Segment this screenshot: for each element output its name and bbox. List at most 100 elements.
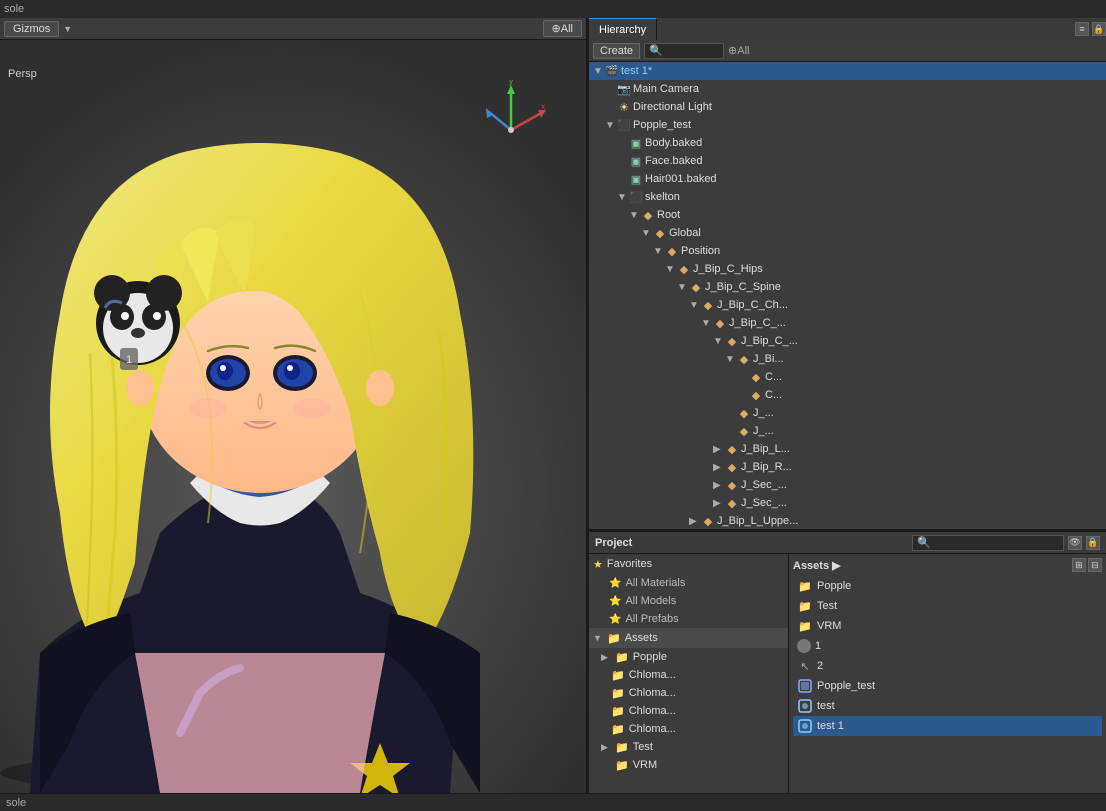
hierarchy-item-hair-baked[interactable]: ▶ ▣ Hair001.baked bbox=[589, 170, 1106, 188]
neck-arrow: ▼ bbox=[713, 336, 725, 347]
project-eye-icon[interactable]: 👁 bbox=[1068, 536, 1082, 550]
hierarchy-item-hips[interactable]: ▼ ◆ J_Bip_C_Hips bbox=[589, 260, 1106, 278]
hierarchy-panel: Hierarchy ≡ 🔒 Create ⊕All bbox=[588, 18, 1106, 529]
all-models-icon: ⭐ bbox=[609, 596, 621, 607]
project-asset-test-folder[interactable]: 📁 Test bbox=[793, 596, 1102, 616]
filter-button[interactable]: ⊕All bbox=[543, 20, 582, 37]
l-upper-icon: ◆ bbox=[701, 514, 715, 528]
hierarchy-hips-label: J_Bip_C_Hips bbox=[693, 263, 763, 275]
bip-l-arrow: ▶ bbox=[713, 444, 725, 455]
hierarchy-item-face-baked[interactable]: ▶ ▣ Face.baked bbox=[589, 152, 1106, 170]
assets-tree-popple[interactable]: ▶ 📁 Popple bbox=[589, 648, 788, 666]
assets-tree-chloma2[interactable]: 📁 Chloma... bbox=[589, 684, 788, 702]
asset-2-label: 2 bbox=[817, 660, 823, 672]
global-arrow: ▼ bbox=[641, 228, 653, 239]
tab-hierarchy[interactable]: Hierarchy bbox=[589, 18, 657, 40]
assets-tree-chloma1[interactable]: 📁 Chloma... bbox=[589, 666, 788, 684]
project-asset-1[interactable]: 1 bbox=[793, 636, 1102, 656]
assets-tree-header[interactable]: ▼ 📁 Assets bbox=[589, 628, 788, 648]
neck-icon: ◆ bbox=[725, 334, 739, 348]
hierarchy-item-sec-l[interactable]: ▶ ◆ J_Sec_... bbox=[589, 476, 1106, 494]
hierarchy-item-neck[interactable]: ▼ ◆ J_Bip_C_... bbox=[589, 332, 1106, 350]
test-folder-arrow: ▶ bbox=[601, 742, 613, 753]
hierarchy-body-baked-label: Body.baked bbox=[645, 137, 702, 149]
all-materials-icon: ⭐ bbox=[609, 578, 621, 589]
hierarchy-item-main-camera[interactable]: ▶ 📷 Main Camera bbox=[589, 80, 1106, 98]
project-search-input[interactable] bbox=[912, 535, 1064, 551]
project-asset-2[interactable]: ↖ 2 bbox=[793, 656, 1102, 676]
hips-arrow: ▼ bbox=[665, 264, 677, 275]
test-folder-icon: 📁 bbox=[615, 741, 629, 754]
hierarchy-item-bip-r[interactable]: ▶ ◆ J_Bip_R... bbox=[589, 458, 1106, 476]
project-asset-popple-test[interactable]: Popple_test bbox=[793, 676, 1102, 696]
hierarchy-l-upper-label: J_Bip_L_Uppe... bbox=[717, 515, 798, 527]
hierarchy-item-popple-test[interactable]: ▼ ⬛ Popple_test bbox=[589, 116, 1106, 134]
sec-r-icon: ◆ bbox=[725, 496, 739, 510]
hierarchy-item-skelton[interactable]: ▼ ⬛ skelton bbox=[589, 188, 1106, 206]
hierarchy-header-icons: ≡ 🔒 bbox=[1075, 22, 1106, 36]
hierarchy-create-button[interactable]: Create bbox=[593, 43, 640, 59]
gizmos-button[interactable]: Gizmos bbox=[4, 21, 59, 37]
assets-right-btn1[interactable]: ⊞ bbox=[1072, 558, 1086, 572]
project-lock-icon[interactable]: 🔒 bbox=[1086, 536, 1100, 550]
favorites-all-materials[interactable]: ⭐ All Materials bbox=[589, 574, 788, 592]
hierarchy-item-c2[interactable]: ▶ ◆ C... bbox=[589, 386, 1106, 404]
hierarchy-item-c1[interactable]: ▶ ◆ C... bbox=[589, 368, 1106, 386]
assets-tree-test[interactable]: ▶ 📁 Test bbox=[589, 738, 788, 756]
favorites-header[interactable]: ★ Favorites bbox=[589, 554, 788, 574]
hierarchy-item-upper-chest[interactable]: ▼ ◆ J_Bip_C_... bbox=[589, 314, 1106, 332]
assets-tree-vrm[interactable]: ▶ 📁 VRM bbox=[589, 756, 788, 774]
hierarchy-item-global[interactable]: ▼ ◆ Global bbox=[589, 224, 1106, 242]
hierarchy-scene-name: test 1* bbox=[621, 65, 652, 77]
project-asset-vrm-folder[interactable]: 📁 VRM bbox=[793, 616, 1102, 636]
asset-2-icon: ↖ bbox=[797, 658, 813, 674]
global-icon: ◆ bbox=[653, 226, 667, 240]
favorites-all-models[interactable]: ⭐ All Models bbox=[589, 592, 788, 610]
assets-chloma2-label: Chloma... bbox=[629, 687, 676, 699]
hierarchy-item-body-baked[interactable]: ▶ ▣ Body.baked bbox=[589, 134, 1106, 152]
transform-gizmo[interactable]: y x bbox=[481, 80, 546, 145]
hips-icon: ◆ bbox=[677, 262, 691, 276]
hierarchy-item-position[interactable]: ▼ ◆ Position bbox=[589, 242, 1106, 260]
hierarchy-item-j1[interactable]: ▶ ◆ J_... bbox=[589, 404, 1106, 422]
assets-right-btn2[interactable]: ⊟ bbox=[1088, 558, 1102, 572]
body-baked-icon: ▣ bbox=[629, 136, 643, 150]
assets-tree-chloma4[interactable]: 📁 Chloma... bbox=[589, 720, 788, 738]
hierarchy-bip-l-label: J_Bip_L... bbox=[741, 443, 790, 455]
hierarchy-content[interactable]: ▼ 🎬 test 1* ▶ 📷 Main Camera ▶ ☀ Di bbox=[589, 62, 1106, 529]
scene-toolbar: Gizmos ▼ ⊕All bbox=[0, 18, 586, 40]
test1-scene-asset-icon bbox=[797, 718, 813, 734]
root-icon: ◆ bbox=[641, 208, 655, 222]
hierarchy-scene-root[interactable]: ▼ 🎬 test 1* bbox=[589, 62, 1106, 80]
hierarchy-item-j2[interactable]: ▶ ◆ J_... bbox=[589, 422, 1106, 440]
body-baked-arrow: ▶ bbox=[617, 138, 629, 149]
project-asset-test-scene[interactable]: test bbox=[793, 696, 1102, 716]
hierarchy-hair-baked-label: Hair001.baked bbox=[645, 173, 717, 185]
chloma4-folder-icon: 📁 bbox=[611, 723, 625, 736]
hierarchy-filter-label: ⊕All bbox=[728, 44, 749, 57]
assets-tree-chloma3[interactable]: 📁 Chloma... bbox=[589, 702, 788, 720]
hierarchy-item-chest[interactable]: ▼ ◆ J_Bip_C_Ch... bbox=[589, 296, 1106, 314]
hierarchy-item-directional-light[interactable]: ▶ ☀ Directional Light bbox=[589, 98, 1106, 116]
project-asset-popple[interactable]: 📁 Popple bbox=[793, 576, 1102, 596]
hierarchy-item-bip-l[interactable]: ▶ ◆ J_Bip_L... bbox=[589, 440, 1106, 458]
project-asset-test1-scene[interactable]: test 1 bbox=[793, 716, 1102, 736]
hierarchy-spine-label: J_Bip_C_Spine bbox=[705, 281, 781, 293]
favorites-all-prefabs[interactable]: ⭐ All Prefabs bbox=[589, 610, 788, 628]
hierarchy-item-sec-r[interactable]: ▶ ◆ J_Sec_... bbox=[589, 494, 1106, 512]
hierarchy-lock-icon[interactable]: 🔒 bbox=[1092, 22, 1106, 36]
position-arrow: ▼ bbox=[653, 246, 665, 257]
vrm-folder-asset-label: VRM bbox=[817, 620, 841, 632]
hierarchy-item-head[interactable]: ▼ ◆ J_Bi... bbox=[589, 350, 1106, 368]
hierarchy-item-spine[interactable]: ▼ ◆ J_Bip_C_Spine bbox=[589, 278, 1106, 296]
hierarchy-item-l-upper[interactable]: ▶ ◆ J_Bip_L_Uppe... bbox=[589, 512, 1106, 529]
camera-icon: 📷 bbox=[617, 82, 631, 96]
assets-folder-icon: 📁 bbox=[607, 632, 621, 645]
main-area: Gizmos ▼ ⊕All bbox=[0, 18, 1106, 793]
scene-canvas[interactable]: 1 bbox=[0, 40, 586, 793]
hierarchy-menu-icon[interactable]: ≡ bbox=[1075, 22, 1089, 36]
assets-header-arrow: ▼ bbox=[593, 633, 605, 643]
hierarchy-item-root[interactable]: ▼ ◆ Root bbox=[589, 206, 1106, 224]
assets-right-title: Assets ▶ bbox=[793, 559, 841, 572]
hierarchy-search-input[interactable] bbox=[644, 43, 724, 59]
